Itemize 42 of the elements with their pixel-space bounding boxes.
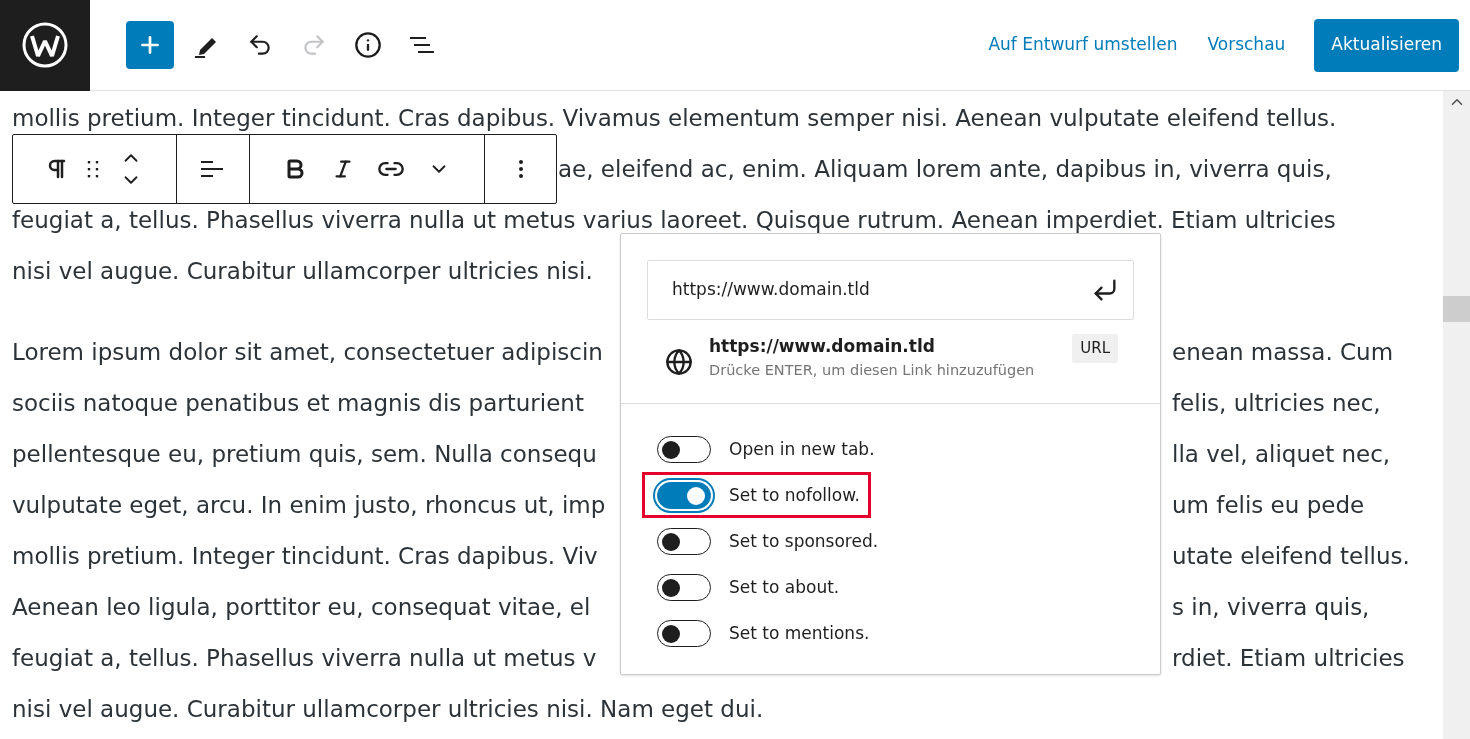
- logo-tile[interactable]: [0, 0, 90, 91]
- suggestion-title: https://www.domain.tld: [709, 335, 936, 358]
- paragraph-line: feugiat a, tellus. Phasellus viverra nulla ut metus varius laoreet. Quisque rutrum. Aenean imperdiet. Etiam ultricies: [12, 207, 1336, 233]
- toggle-switch[interactable]: [657, 435, 711, 463]
- paragraph-line: mollis pretium. Integer tincidunt. Cras dapibus. Vivamus elementum semper nisi. Aenean vulputate eleifend tellus.: [12, 105, 1337, 131]
- paragraph-line: lla vel, aliquet nec,: [1172, 441, 1391, 467]
- paragraph-line: mollis pretium. Integer tincidunt. Cras dapibus. Viv: [12, 543, 598, 569]
- toggle-switch[interactable]: [657, 527, 711, 555]
- paragraph-line: um felis eu pede: [1172, 492, 1365, 518]
- globe-icon: [665, 348, 693, 376]
- toggle-label: Set to nofollow.: [729, 483, 860, 507]
- paragraph-line: utate eleifend tellus.: [1172, 543, 1410, 569]
- paragraph-line: nisi vel augue. Curabitur ullamcorper ultricies nisi. Nam eget dui.: [12, 696, 764, 722]
- scrollbar-thumb[interactable]: [1443, 296, 1470, 322]
- paragraph-line: enean massa. Cum: [1172, 339, 1394, 365]
- paragraph-line: s in, viverra quis,: [1172, 594, 1370, 620]
- suggestion-hint: Drücke ENTER, um diesen Link hinzuzufügen: [709, 360, 1036, 380]
- toggle-label: Open in new tab.: [729, 437, 875, 461]
- toggle-switch[interactable]: [657, 619, 711, 647]
- toggle-label: Set to sponsored.: [729, 529, 879, 553]
- wordpress-logo-icon: [21, 21, 69, 69]
- paragraph-line: vulputate eget, arcu. In enim justo, rhoncus ut, imp: [12, 492, 606, 518]
- paragraph-line: pellentesque eu, pretium quis, sem. Nulla consequ: [12, 441, 597, 467]
- paragraph-line: ae, eleifend ac, enim. Aliquam lorem ante, dapibus in, viverra quis,: [558, 156, 1332, 182]
- scrollbar[interactable]: [1443, 91, 1470, 739]
- toggle-switch[interactable]: [657, 573, 711, 601]
- url-input-field[interactable]: https://www.domain.tld: [647, 260, 1134, 320]
- paragraph-line: nisi vel augue. Curabitur ullamcorper ultricies nisi.: [12, 258, 593, 284]
- link-suggestion[interactable]: https://www.domain.tld Drücke ENTER, um diesen Link hinzuzufügen URL: [647, 334, 1134, 382]
- paragraph-line: Aenean leo ligula, porttitor eu, consequat vitae, el: [12, 594, 591, 620]
- toggle-label: Set to about.: [729, 575, 840, 599]
- paragraph-line: feugiat a, tellus. Phasellus viverra nulla ut metus v: [12, 645, 597, 671]
- paragraph-line: rdiet. Etiam ultricies: [1172, 645, 1405, 671]
- paragraph-line: Lorem ipsum dolor sit amet, consectetuer adipiscin: [12, 339, 603, 365]
- update-button[interactable]: Aktualisieren: [1314, 18, 1459, 72]
- paragraph-line: sociis natoque penatibus et magnis dis parturient: [12, 390, 584, 416]
- header-link[interactable]: Auf Entwurf umstellen: [977, 19, 1189, 71]
- toggle-label: Set to mentions.: [729, 621, 870, 645]
- url-badge: URL: [1072, 334, 1118, 363]
- header-link[interactable]: Vorschau: [1196, 19, 1297, 71]
- add-block-button[interactable]: [126, 21, 174, 69]
- paragraph-line: felis, ultricies nec,: [1172, 390, 1381, 416]
